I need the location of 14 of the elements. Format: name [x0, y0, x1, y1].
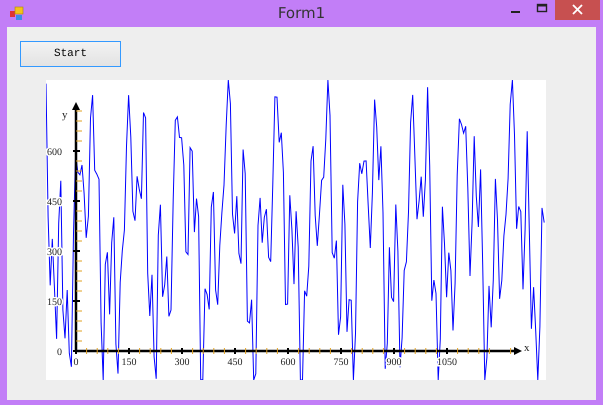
- x-tick-label: 150: [122, 357, 136, 368]
- y-axis-label: y: [62, 109, 68, 121]
- x-tick-label: 750: [334, 357, 348, 368]
- y-tick-label: 600: [47, 147, 62, 158]
- x-axis-label: x: [524, 342, 530, 354]
- x-tick-label: 450: [228, 357, 242, 368]
- y-tick-label: 0: [57, 347, 62, 358]
- window-title: Form1: [276, 4, 326, 22]
- app-icon: [9, 6, 25, 22]
- start-button[interactable]: Start: [20, 41, 121, 67]
- x-tick-label: 300: [174, 357, 190, 368]
- x-tick-label: 600: [280, 357, 296, 368]
- x-tick-label: 0: [74, 357, 78, 368]
- close-button[interactable]: [555, 0, 600, 20]
